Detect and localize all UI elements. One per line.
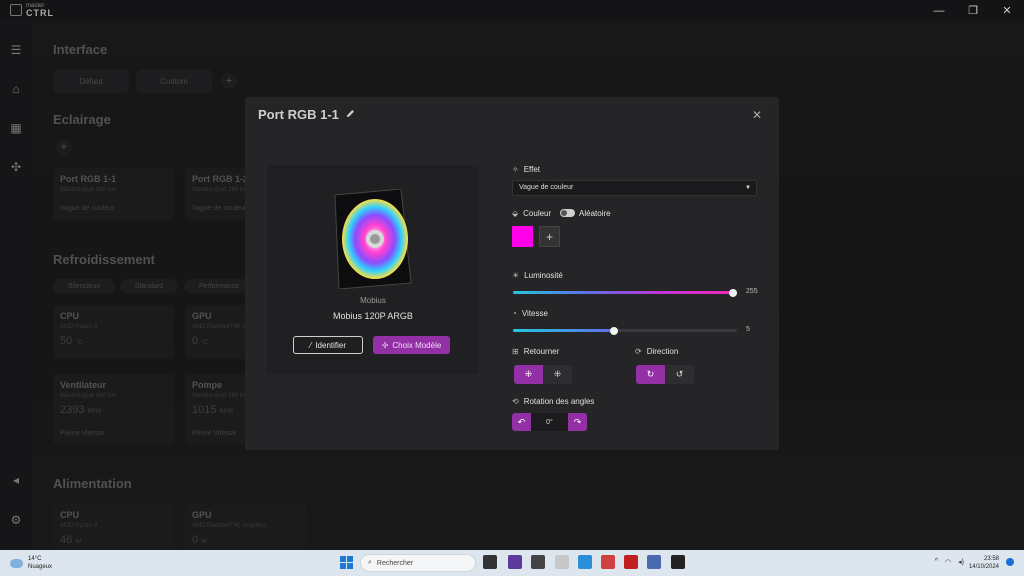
taskbar: 14°C Nuageux ⌕ Rechercher ^ ◠ ◂) 23:58 1… (0, 550, 1024, 576)
task-view-icon[interactable] (483, 555, 497, 569)
fan-image (334, 189, 412, 289)
paint-bucket-icon: ⬙ (512, 209, 519, 218)
device-brand: Mobius (360, 296, 386, 305)
device-model: Mobius 120P ARGB (333, 311, 413, 321)
identify-label: Identifier (315, 340, 347, 350)
speedometer-icon: ◔ (512, 309, 517, 318)
wifi-icon[interactable]: ◠ (945, 558, 951, 566)
sync-icon: ⟳ (635, 347, 642, 356)
device-preview-panel: Mobius Mobius 120P ARGB ⁄ Identifier ✢ C… (267, 165, 479, 374)
gamepad-icon[interactable]: ✣ (8, 159, 24, 175)
windows-start-icon[interactable] (340, 556, 353, 569)
fan-model-icon: ✢ (381, 340, 389, 350)
rgb-port-dialog: Port RGB 1-1 ✕ Mobius Mobius 120P ARGB ⁄… (245, 97, 779, 450)
effect-value: Vague de couleur (519, 184, 574, 191)
wand-icon: ⁄ (309, 340, 312, 350)
taskbar-search[interactable]: ⌕ Rechercher (360, 554, 476, 572)
search-placeholder: Rechercher (376, 559, 414, 567)
sparkle-icon: ✧ (512, 165, 519, 174)
app-icon-1[interactable] (508, 555, 522, 569)
grid-icon: ⊞ (512, 347, 519, 356)
rotation-label: ⟲ Rotation des angles (512, 397, 595, 406)
speed-slider-fill (513, 329, 614, 332)
app-icon-2[interactable] (531, 555, 545, 569)
flip-label: ⊞ Retourner (512, 347, 560, 356)
rotate-right-button[interactable]: ↷ (568, 413, 587, 431)
speed-label: ◔ Vitesse (512, 309, 548, 318)
sidebar: ☰ ⌂ ▦ ✣ ◂ ⚙ (0, 21, 32, 550)
app-icon-3[interactable] (555, 555, 569, 569)
flip-option-2[interactable]: ⁜ (543, 365, 572, 384)
title-bar: master CTRL — ❐ ✕ (0, 0, 1024, 21)
calendar-icon[interactable]: ▦ (8, 120, 24, 136)
brand-big: CTRL (26, 8, 54, 18)
minimize-button[interactable]: — (922, 0, 956, 21)
color-label: ⬙ Couleur (512, 209, 552, 218)
clock-time: 23:58 (983, 556, 999, 562)
notification-icon[interactable] (1006, 558, 1014, 566)
close-icon[interactable]: ✕ (752, 108, 762, 122)
volume-icon[interactable]: ◂) (958, 558, 964, 566)
flip-toggle-group: ⁜ ⁜ (514, 365, 572, 384)
chevron-up-icon[interactable]: ^ (935, 558, 938, 566)
brightness-label: ☀ Luminosité (512, 271, 563, 280)
choose-model-label: Choix Modèle (392, 340, 442, 350)
random-toggle[interactable] (560, 209, 575, 217)
counterclockwise-button[interactable]: ↺ (665, 365, 694, 384)
weather-widget[interactable]: 14°C Nuageux (10, 555, 52, 571)
clock-date: 14/10/2024 (968, 564, 999, 570)
edit-pencil-icon[interactable] (345, 108, 356, 119)
effect-select[interactable]: Vague de couleur ▼ (512, 180, 757, 196)
dialog-title: Port RGB 1-1 (258, 107, 339, 122)
clockwise-button[interactable]: ↻ (636, 365, 665, 384)
close-window-button[interactable]: ✕ (990, 0, 1024, 21)
weather-condition: Nuageux (28, 564, 53, 570)
speaker-icon[interactable]: ◂ (8, 472, 24, 488)
weather-temp: 14°C (28, 556, 42, 562)
rotation-value: 0° (531, 413, 568, 431)
sun-icon: ☀ (512, 271, 520, 280)
random-label: Aléatoire (579, 209, 611, 218)
search-icon: ⌕ (368, 559, 372, 566)
flip-option-1[interactable]: ⁜ (514, 365, 543, 384)
add-color-button[interactable]: + (539, 226, 560, 247)
rotate-icon: ⟲ (512, 397, 519, 406)
rotate-left-button[interactable]: ↶ (512, 413, 531, 431)
rotation-stepper: ↶ 0° ↷ (512, 413, 587, 431)
direction-label: ⟳ Direction (635, 347, 679, 356)
app-logo: master CTRL (10, 3, 54, 18)
mastercontrol-app-icon[interactable] (671, 555, 685, 569)
speed-slider-handle[interactable] (609, 326, 618, 335)
effect-label: ✧ Effet (512, 165, 541, 174)
brightness-slider-handle[interactable] (729, 288, 737, 297)
home-icon[interactable]: ⌂ (8, 81, 24, 97)
app-icon-4[interactable] (578, 555, 592, 569)
taskbar-clock[interactable]: 23:58 14/10/2024 (969, 555, 999, 571)
choose-model-button[interactable]: ✢ Choix Modèle (373, 336, 450, 354)
maximize-button[interactable]: ❐ (956, 0, 990, 21)
identify-button[interactable]: ⁄ Identifier (293, 336, 363, 354)
brightness-value: 255 (746, 288, 758, 295)
app-icon-6[interactable] (624, 555, 638, 569)
brightness-slider[interactable] (513, 288, 737, 297)
menu-icon[interactable]: ☰ (8, 42, 24, 58)
speed-slider[interactable] (513, 326, 737, 335)
system-tray: ^ ◠ ◂) (935, 558, 964, 566)
app-icon-7[interactable] (647, 555, 661, 569)
settings-icon[interactable]: ⚙ (8, 512, 24, 528)
speed-value: 5 (746, 326, 750, 333)
direction-toggle-group: ↻ ↺ (636, 365, 694, 384)
color-swatch[interactable] (512, 226, 533, 247)
app-icon-5[interactable] (601, 555, 615, 569)
cloud-icon (10, 558, 23, 568)
logo-icon (10, 4, 22, 16)
chevron-down-icon: ▼ (745, 185, 751, 191)
